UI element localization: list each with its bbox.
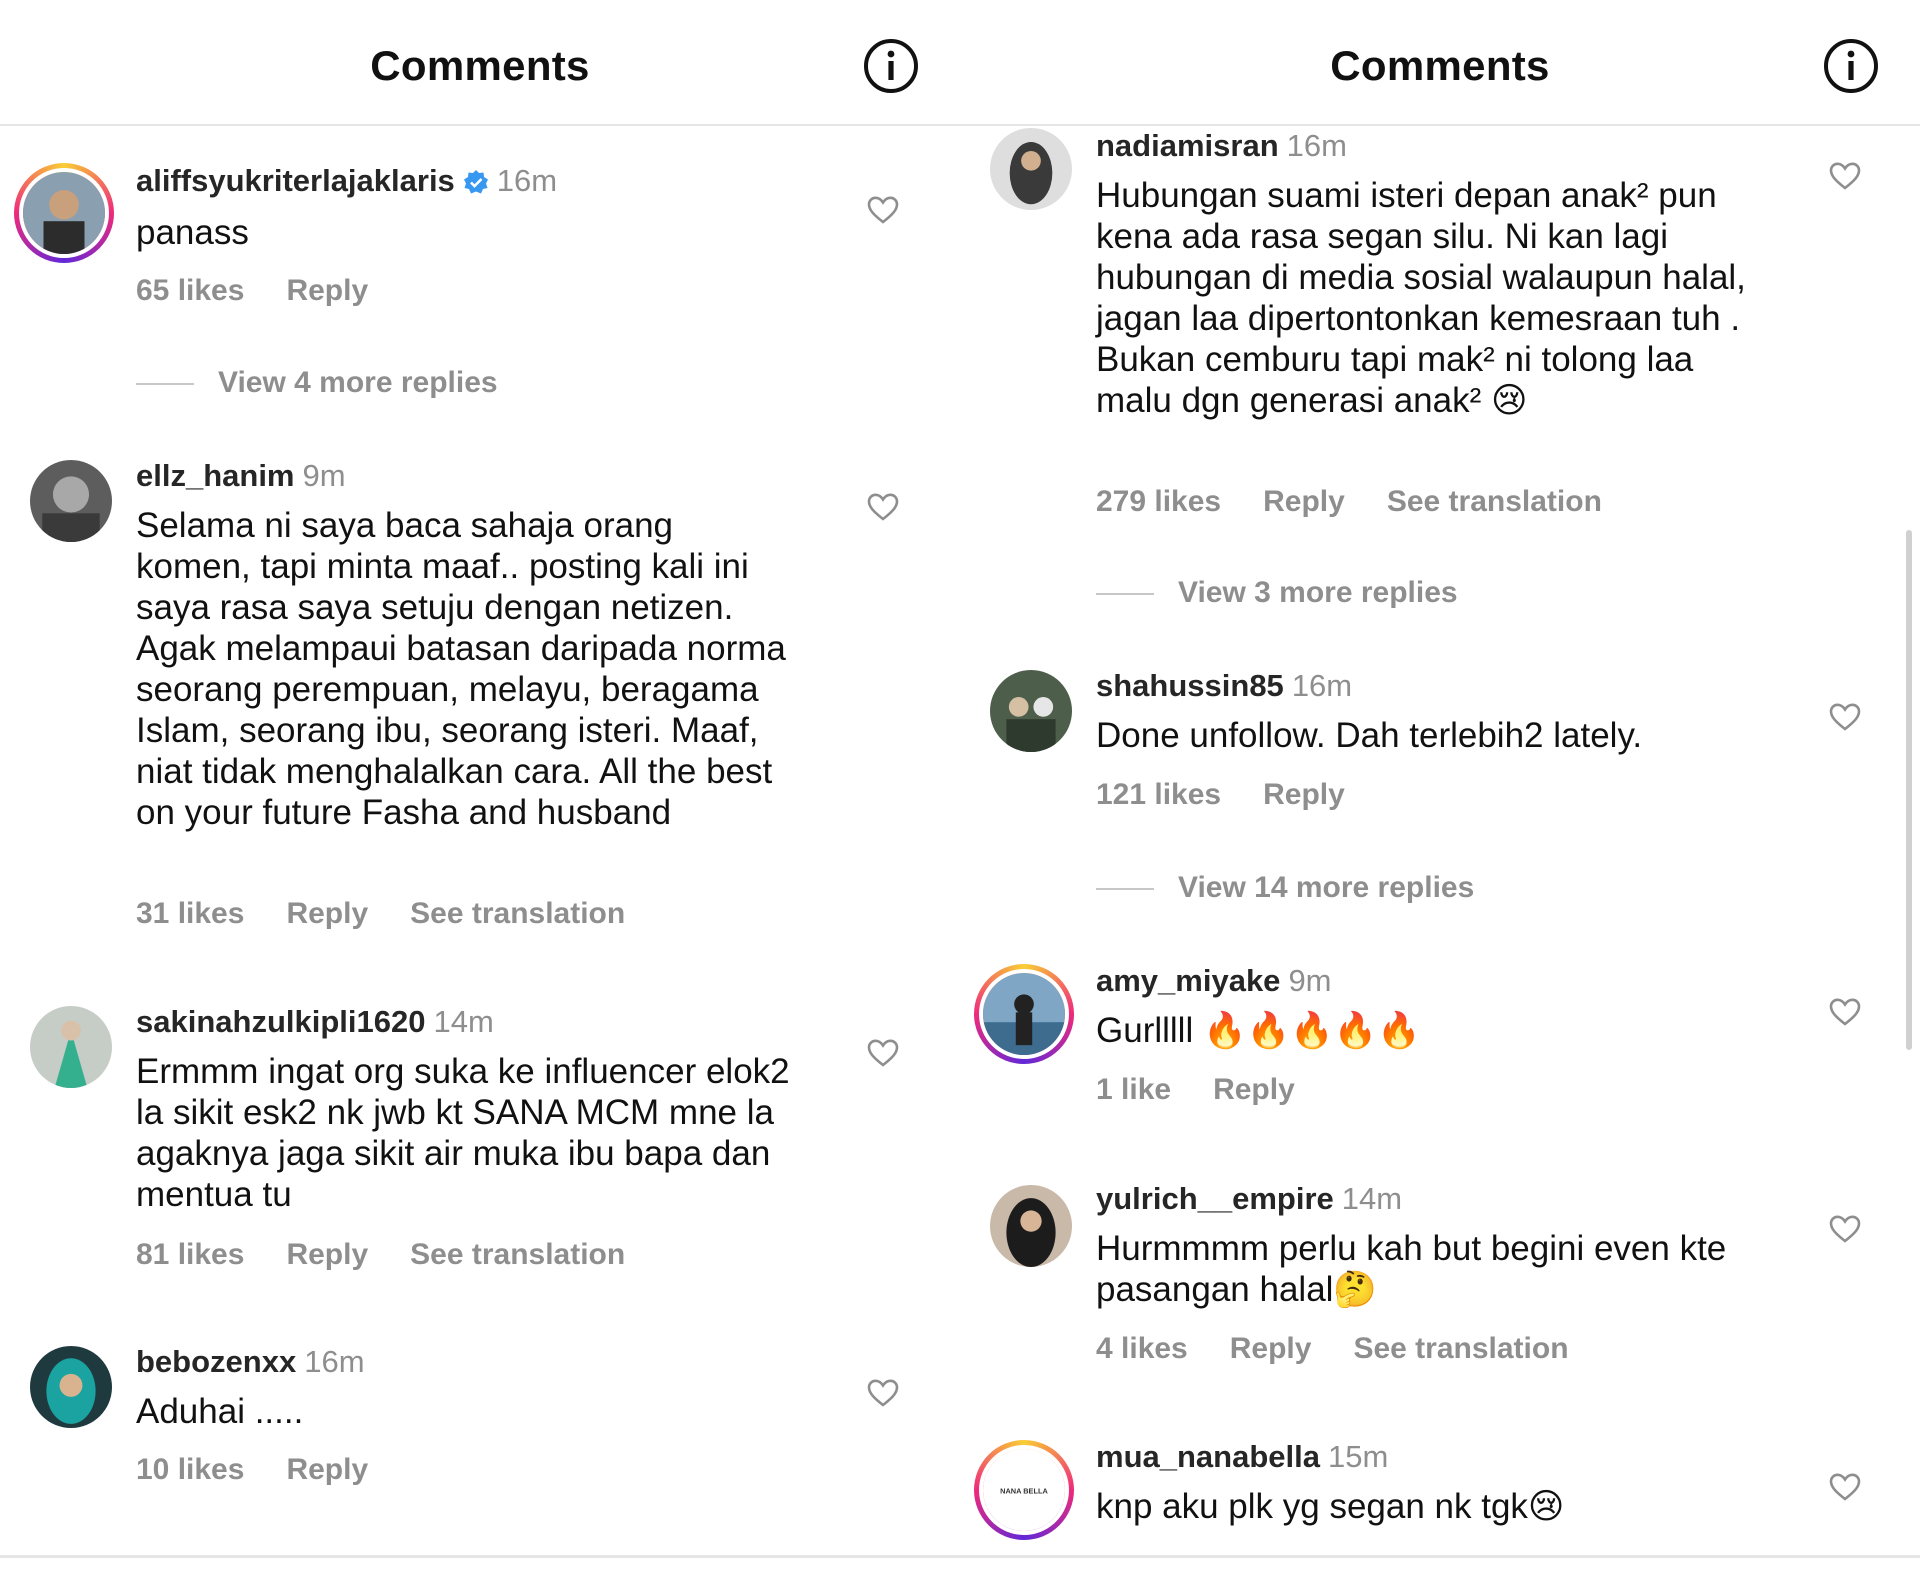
- reply-button[interactable]: Reply: [1263, 485, 1345, 518]
- comment-text: Hurmmmm perlu kah but begini even kte pa…: [1096, 1229, 1727, 1309]
- comment-time: 16m: [496, 163, 558, 198]
- likes-count[interactable]: 279 likes: [1096, 485, 1221, 518]
- see-translation-button[interactable]: See translation: [410, 1238, 625, 1271]
- comment-time: 9m: [1288, 963, 1332, 998]
- comment-time: 14m: [433, 1004, 494, 1039]
- comment-username[interactable]: sakinahzulkipli1620: [136, 1004, 425, 1039]
- reply-button[interactable]: Reply: [286, 274, 368, 307]
- comment-username[interactable]: aliffsyukriterlajaklaris: [136, 163, 455, 198]
- view-more-replies[interactable]: View 3 more replies: [1096, 576, 1458, 610]
- comment-text: Ermmm ingat org suka ke influencer elok2…: [136, 1052, 790, 1214]
- heart-icon[interactable]: [866, 193, 900, 227]
- info-icon[interactable]: [1822, 37, 1880, 95]
- page-title: Comments: [1330, 42, 1550, 89]
- comment-username[interactable]: yulrich__empire: [1096, 1181, 1334, 1216]
- reply-button[interactable]: Reply: [286, 897, 368, 930]
- reply-button[interactable]: Reply: [1213, 1073, 1295, 1106]
- reply-button[interactable]: Reply: [1230, 1332, 1312, 1365]
- scrollbar[interactable]: [1906, 530, 1912, 1050]
- comment-username[interactable]: bebozenxx: [136, 1344, 296, 1379]
- reply-button[interactable]: Reply: [286, 1453, 368, 1486]
- comment-username[interactable]: shahussin85: [1096, 668, 1284, 703]
- avatar[interactable]: [990, 1185, 1072, 1267]
- likes-count[interactable]: 121 likes: [1096, 778, 1221, 811]
- avatar[interactable]: [990, 128, 1072, 210]
- likes-count[interactable]: 31 likes: [136, 897, 244, 930]
- comment-text: Gurlllll 🔥🔥🔥🔥🔥: [1096, 1011, 1421, 1050]
- likes-count[interactable]: 10 likes: [136, 1453, 244, 1486]
- avatar[interactable]: [30, 1346, 112, 1428]
- see-translation-button[interactable]: See translation: [1353, 1332, 1568, 1365]
- likes-count[interactable]: 1 like: [1096, 1073, 1171, 1106]
- verified-badge-icon: [463, 170, 488, 194]
- comment-username[interactable]: mua_nanabella: [1096, 1439, 1320, 1474]
- avatar[interactable]: NANA BELLA: [974, 1440, 1074, 1540]
- likes-count[interactable]: 4 likes: [1096, 1332, 1188, 1365]
- avatar[interactable]: [14, 163, 114, 263]
- comment-username[interactable]: amy_miyake: [1096, 963, 1280, 998]
- view-more-replies[interactable]: View 14 more replies: [1096, 871, 1474, 905]
- heart-icon[interactable]: [1828, 1470, 1862, 1504]
- heart-icon[interactable]: [1828, 159, 1862, 193]
- avatar[interactable]: [990, 670, 1072, 752]
- comment-time: 16m: [1291, 668, 1353, 703]
- heart-icon[interactable]: [866, 490, 900, 524]
- left-comments-panel: Comments aliffsyukriterlajaklaris 16m pan…: [0, 0, 960, 1570]
- info-icon[interactable]: [862, 37, 920, 95]
- comments-header: Comments: [960, 0, 1920, 126]
- heart-icon[interactable]: [1828, 995, 1862, 1029]
- avatar[interactable]: [30, 1006, 112, 1088]
- comment-username[interactable]: ellz_hanim: [136, 458, 295, 493]
- page-title: Comments: [370, 42, 590, 89]
- comment-text: knp aku plk yg segan nk tgk😢: [1096, 1487, 1565, 1526]
- avatar[interactable]: [974, 964, 1074, 1064]
- comment-text: Hubungan suami isteri depan anak² pun ke…: [1096, 176, 1746, 420]
- comment-text: Done unfollow. Dah terlebih2 lately.: [1096, 716, 1643, 755]
- reply-button[interactable]: Reply: [1263, 778, 1345, 811]
- heart-icon[interactable]: [1828, 700, 1862, 734]
- see-translation-button[interactable]: See translation: [1387, 485, 1602, 518]
- comment-text: Aduhai .....: [136, 1392, 304, 1431]
- comment-time: 16m: [304, 1344, 365, 1379]
- heart-icon[interactable]: [1828, 1212, 1862, 1246]
- comment-time: 9m: [302, 458, 346, 493]
- view-more-replies[interactable]: View 4 more replies: [136, 366, 498, 400]
- likes-count[interactable]: 65 likes: [136, 274, 244, 307]
- avatar-logo-text: NANA BELLA: [1000, 1486, 1048, 1495]
- comment-text: panass: [136, 213, 249, 252]
- comment-text: Selama ni saya baca sahaja orang komen, …: [136, 506, 786, 832]
- comment-time: 16m: [1286, 128, 1347, 163]
- comment-time: 15m: [1327, 1439, 1389, 1474]
- comment-username[interactable]: nadiamisran: [1096, 128, 1279, 163]
- divider: [0, 1555, 1920, 1558]
- right-comments-panel: Comments nadiamisran 16m Hubungan suami i…: [960, 0, 1920, 1570]
- comment-time: 14m: [1341, 1181, 1403, 1216]
- see-translation-button[interactable]: See translation: [410, 897, 625, 930]
- heart-icon[interactable]: [866, 1376, 900, 1410]
- avatar[interactable]: [30, 460, 112, 542]
- comments-header: Comments: [0, 0, 960, 126]
- likes-count[interactable]: 81 likes: [136, 1238, 244, 1271]
- heart-icon[interactable]: [866, 1036, 900, 1070]
- reply-button[interactable]: Reply: [286, 1238, 368, 1271]
